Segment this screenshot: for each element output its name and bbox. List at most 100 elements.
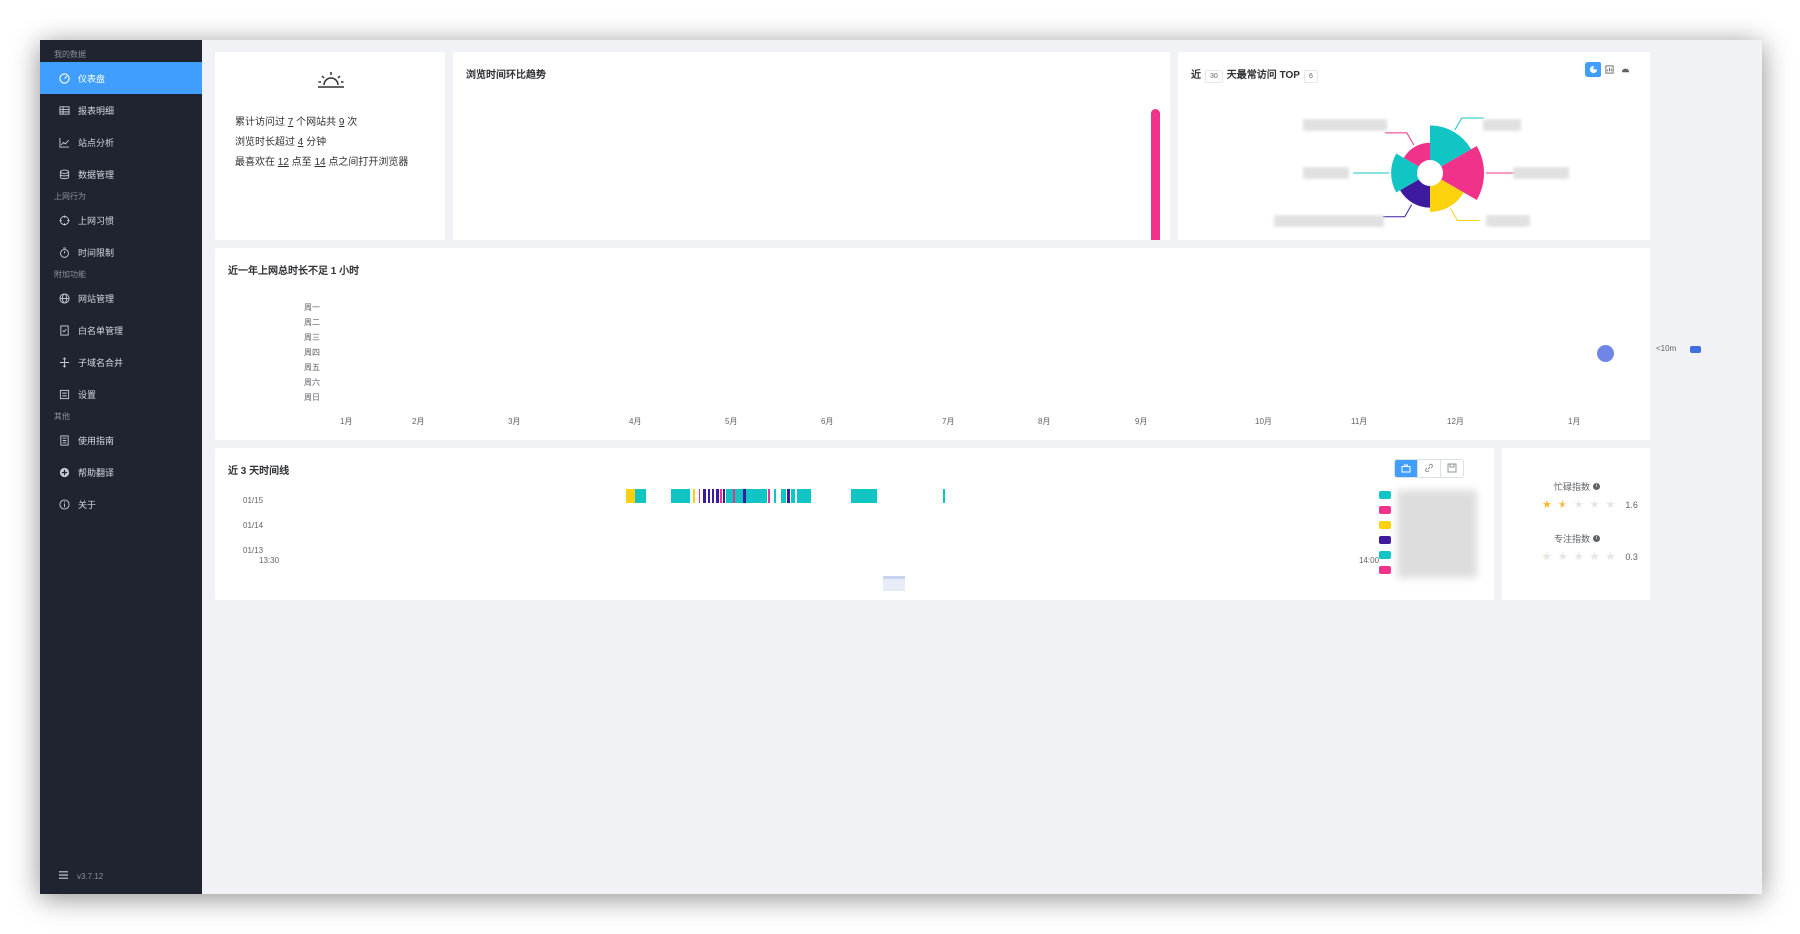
timeline-segment[interactable] (797, 489, 811, 503)
timeline-segment[interactable] (743, 489, 746, 503)
sidebar-item-settings[interactable]: 设置 (40, 378, 202, 410)
month-label: 10月 (1255, 417, 1272, 426)
timeline-segment[interactable] (699, 489, 700, 503)
month-label: 2月 (412, 417, 425, 426)
menu-collapse-icon[interactable] (58, 870, 69, 882)
sidebar-item-label: 数据管理 (78, 169, 115, 180)
heatmap-card: 近一年上网总时长不足 1 小时 周一 周二 周三 周四 周五 周六 周日 1月 2月 3月 4月 5… (215, 248, 1701, 440)
month-label: 3月 (508, 417, 521, 426)
month-label: 6月 (821, 417, 834, 426)
timeline-legend-swatch[interactable] (1379, 506, 1391, 514)
sidebar-item-label: 报表明细 (78, 105, 115, 116)
sidebar-item-data[interactable]: 数据管理 (40, 158, 202, 190)
timeline-legend-swatch[interactable] (1379, 521, 1391, 529)
sidebar-item-label: 站点分析 (78, 137, 115, 148)
month-label: 11月 (1351, 417, 1368, 426)
summary-visits-line: 累计访问过 7 个网站共 9 次 (235, 117, 358, 128)
info-icon[interactable]: i (1593, 535, 1601, 542)
timeline-segment[interactable] (733, 489, 735, 503)
timeline-zoom-handle[interactable] (883, 576, 905, 591)
sidebar-item-label: 关于 (78, 499, 97, 510)
sidebar-item-merge[interactable]: 子域名合并 (40, 346, 202, 378)
timeline-segment[interactable] (791, 489, 795, 503)
sidebar-footer: v3.7.12 (58, 870, 103, 882)
timeline-segment[interactable] (703, 489, 706, 503)
sidebar-item-habit[interactable]: 上网习惯 (40, 204, 202, 236)
star-icon: ★ (1605, 551, 1616, 563)
sidebar-item-limit[interactable]: 时间限制 (40, 236, 202, 268)
timeline-segment[interactable] (726, 489, 767, 503)
top-sites-pie-chart (1274, 117, 1569, 227)
timeline-card: 近 3 天时间线 01/15 01/14 01/13 13:30 14:00 (215, 448, 1494, 600)
table-icon (58, 104, 70, 116)
sidebar: 我的数据 仪表盘 报表明细 站点分析 数据管理 上网行为 上网习惯 时间限制 附… (40, 40, 202, 894)
sidebar-item-guide[interactable]: 使用指南 (40, 424, 202, 456)
heatmap-title: 近一年上网总时长不足 1 小时 (228, 266, 360, 277)
month-label: 9月 (1135, 417, 1148, 426)
timeline-legend-swatch[interactable] (1379, 551, 1391, 559)
pie-leader-line (1384, 132, 1415, 146)
sidebar-item-translate[interactable]: 帮助翻译 (40, 456, 202, 488)
timeline-segment[interactable] (720, 489, 722, 503)
timeline-segment[interactable] (712, 489, 714, 503)
trend-card: 浏览时间环比趋势 (453, 52, 1170, 240)
sidebar-item-report[interactable]: 报表明细 (40, 94, 202, 126)
month-label: 12月 (1447, 417, 1464, 426)
month-label: 4月 (629, 417, 642, 426)
timeline-legend-blurred-labels (1397, 490, 1477, 578)
timeline-legend-swatch[interactable] (1379, 536, 1391, 544)
timeline-segment[interactable] (943, 489, 945, 503)
timeline-segment[interactable] (768, 489, 770, 503)
star-icon: ★ (1557, 499, 1568, 511)
heatmap-legend-swatch[interactable] (1690, 346, 1701, 353)
timeline-legend-swatch[interactable] (1379, 566, 1391, 574)
sidebar-item-label: 仪表盘 (78, 73, 106, 84)
timeline-segment[interactable] (626, 489, 635, 503)
pie-label-blurred (1483, 119, 1521, 131)
timeline-segment[interactable] (774, 489, 776, 503)
sidebar-group-title: 其他 (54, 412, 70, 421)
summary-favorite-time-line: 最喜欢在 12 点至 14 点之间打开浏览器 (235, 157, 409, 168)
timeline-segment[interactable] (781, 489, 786, 503)
timeline-segment[interactable] (723, 489, 725, 503)
globe-icon (58, 292, 70, 304)
timeline-legend-swatch[interactable] (1379, 491, 1391, 499)
star-icon: ★ (1589, 499, 1600, 511)
sidebar-item-label: 白名单管理 (78, 325, 124, 336)
favorite-hour-to: 14 (314, 157, 326, 168)
timeline-segment[interactable] (671, 489, 690, 503)
sidebar-item-analysis[interactable]: 站点分析 (40, 126, 202, 158)
trend-chart (1151, 109, 1160, 240)
sidebar-item-dashboard[interactable]: 仪表盘 (40, 62, 202, 94)
app-window: 我的数据 仪表盘 报表明细 站点分析 数据管理 上网行为 上网习惯 时间限制 附… (40, 40, 1762, 894)
info-icon[interactable]: i (1593, 483, 1601, 490)
pie-label-blurred (1274, 215, 1384, 227)
target-icon (58, 214, 70, 226)
timeline-segment[interactable] (851, 489, 877, 503)
database-icon (58, 168, 70, 180)
busy-index-title: 忙碌指数 i (1554, 480, 1601, 493)
sidebar-item-whitelist[interactable]: 白名单管理 (40, 314, 202, 346)
timeline-segment[interactable] (716, 489, 719, 503)
pie-leader-line (1450, 208, 1480, 222)
sidebar-item-label: 网站管理 (78, 293, 115, 304)
sidebar-group-title: 上网行为 (54, 192, 86, 201)
busy-index-stars: ★ ★ ★ ★ ★ 1.6 (1542, 498, 1638, 511)
timeline-segment[interactable] (787, 489, 790, 503)
trend-bar[interactable] (1151, 109, 1160, 240)
timeline-segment[interactable] (693, 489, 695, 503)
star-icon: ★ (1542, 551, 1552, 563)
month-label: 1月 (340, 417, 353, 426)
sidebar-item-about[interactable]: 关于 (40, 488, 202, 520)
timeline-segment[interactable] (635, 489, 646, 503)
settings-icon (58, 388, 70, 400)
month-label: 5月 (725, 417, 738, 426)
weekday-label: 周一 (304, 303, 320, 312)
sidebar-item-sites[interactable]: 网站管理 (40, 282, 202, 314)
month-label: 8月 (1038, 417, 1051, 426)
weekday-label: 周二 (304, 318, 320, 327)
timeline-segment[interactable] (708, 489, 710, 503)
busy-index-value: 1.6 (1625, 499, 1638, 510)
chart-line-icon (58, 136, 70, 148)
weekday-label: 周三 (304, 333, 320, 342)
